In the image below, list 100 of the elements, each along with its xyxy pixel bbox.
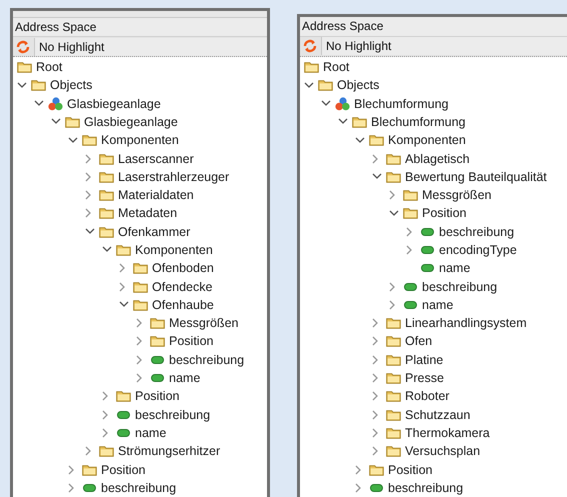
tree-item[interactable]: Position [101,462,146,477]
tree-item[interactable]: Presse [405,371,444,386]
tree-item[interactable]: Objects [50,78,92,92]
expand-chevron-icon[interactable] [68,464,75,475]
tree-item[interactable]: Glasbiegeanlage [67,96,161,111]
tree-item[interactable]: Komponenten [101,133,179,148]
tree-item[interactable]: Blechumformung [371,114,466,129]
collapse-chevron-icon[interactable] [389,210,399,217]
tree-item[interactable]: beschreibung [388,480,464,495]
expand-chevron-icon[interactable] [119,263,126,274]
refresh-icon[interactable] [303,39,317,54]
collapse-chevron-icon[interactable] [102,246,112,254]
tree-item[interactable]: Strömungserhitzer [118,444,220,458]
expand-chevron-icon[interactable] [406,226,413,237]
collapse-chevron-icon[interactable] [355,136,365,144]
expand-chevron-icon[interactable] [372,354,379,365]
tree-item[interactable]: beschreibung [169,352,244,367]
expand-chevron-icon[interactable] [389,300,396,310]
expand-chevron-icon[interactable] [136,336,143,346]
tree-item[interactable]: Messgrößen [169,316,238,330]
tree-item[interactable]: name [439,261,470,276]
tree-item[interactable]: beschreibung [422,280,498,294]
expand-chevron-icon[interactable] [85,208,92,218]
expand-chevron-icon[interactable] [355,482,362,493]
expand-chevron-icon[interactable] [372,154,379,164]
highlight-selector[interactable]: No Highlight [321,37,567,56]
object-icon [335,96,350,111]
tree-item[interactable]: Ofenboden [152,261,214,276]
collapse-chevron-icon[interactable] [321,100,331,108]
collapse-chevron-icon[interactable] [34,100,44,108]
tree-item[interactable]: Ofendecke [152,280,212,294]
expand-chevron-icon[interactable] [85,154,92,164]
collapse-chevron-icon[interactable] [304,82,314,89]
collapse-chevron-icon[interactable] [51,118,61,126]
tree-item[interactable]: Komponenten [388,133,466,148]
expand-chevron-icon[interactable] [136,354,143,365]
expand-chevron-icon[interactable] [372,373,379,384]
expand-chevron-icon[interactable] [68,482,75,493]
folder-icon [386,408,401,421]
expand-chevron-icon[interactable] [85,172,92,182]
tree-item[interactable]: name [135,426,166,440]
tree-item[interactable]: Position [388,462,432,477]
tree-item[interactable]: beschreibung [135,408,210,422]
tree-item[interactable]: Roboter [405,389,450,404]
expand-chevron-icon[interactable] [389,282,396,292]
collapse-chevron-icon[interactable] [338,118,348,126]
expand-chevron-icon[interactable] [102,410,109,420]
highlight-selector[interactable]: No Highlight [34,38,267,56]
tree-item[interactable]: name [422,298,454,312]
tree-item[interactable]: Root [36,60,62,74]
collapse-chevron-icon[interactable] [68,136,78,144]
expand-chevron-icon[interactable] [136,318,143,328]
expand-chevron-icon[interactable] [136,373,143,384]
expand-chevron-icon[interactable] [355,464,362,475]
tree-item[interactable]: Ablagetisch [405,152,470,166]
tree-item[interactable]: beschreibung [439,224,514,239]
tree-item[interactable]: Objects [337,78,380,92]
tree-item[interactable]: Position [135,389,180,404]
tree-item[interactable]: Messgrößen [422,188,492,202]
tree-item[interactable]: Bewertung Bauteilqualität [405,170,547,184]
variable-icon [82,482,97,494]
collapse-chevron-icon[interactable] [372,173,382,180]
tree-item[interactable]: name [169,371,200,386]
expand-chevron-icon[interactable] [85,190,92,200]
tree-item[interactable]: Ofenkammer [118,224,190,239]
tree-item[interactable]: Platine [405,352,444,367]
tree-item[interactable]: Laserstrahlerzeuger [118,170,230,184]
tree-item[interactable]: Position [422,206,466,220]
tree-item[interactable]: Glasbiegeanlage [84,114,178,129]
collapse-chevron-icon[interactable] [85,228,95,236]
tree-item[interactable]: Position [169,334,214,348]
tree-item[interactable]: Schutzzaun [405,408,470,422]
tree-item[interactable]: Metadaten [118,206,178,220]
tree-item[interactable]: Linearhandlingsystem [405,316,527,330]
expand-chevron-icon[interactable] [372,410,379,420]
collapse-chevron-icon[interactable] [17,82,27,89]
tree-item[interactable]: Thermokamera [405,426,490,440]
expand-chevron-icon[interactable] [372,428,379,438]
tree-item[interactable]: Komponenten [135,242,213,257]
tree-item[interactable]: Materialdaten [118,188,194,202]
expand-chevron-icon[interactable] [372,391,379,402]
tree-item[interactable]: Ofenhaube [152,298,214,312]
tree-item[interactable]: Ofen [405,334,432,348]
expand-chevron-icon[interactable] [102,428,109,438]
expand-chevron-icon[interactable] [406,244,413,255]
expand-chevron-icon[interactable] [372,446,379,456]
refresh-icon[interactable] [16,40,30,54]
expand-chevron-icon[interactable] [102,391,109,402]
tree-item[interactable]: beschreibung [101,480,176,495]
tree-item[interactable]: encodingType [439,242,517,257]
expand-chevron-icon[interactable] [85,446,92,456]
tree-item[interactable]: Laserscanner [118,152,194,166]
expand-chevron-icon[interactable] [372,318,379,328]
tree-item[interactable]: Blechumformung [354,96,448,111]
expand-chevron-icon[interactable] [372,336,379,346]
tree-item[interactable]: Versuchsplan [405,444,480,458]
expand-chevron-icon[interactable] [119,282,126,292]
tree-item[interactable]: Root [323,60,350,74]
collapse-chevron-icon[interactable] [119,301,129,308]
expand-chevron-icon[interactable] [389,190,396,200]
